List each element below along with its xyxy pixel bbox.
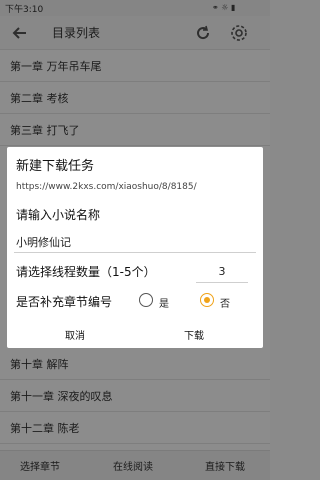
numbering-no-radio[interactable]	[200, 293, 214, 307]
download-button[interactable]: 下载	[184, 327, 204, 342]
numbering-yes-label: 是	[159, 299, 169, 310]
dialog-title: 新建下载任务	[16, 159, 95, 174]
numbering-no-label: 否	[220, 299, 230, 310]
novel-name-input[interactable]	[14, 231, 256, 253]
thread-count-input[interactable]	[196, 261, 248, 283]
novel-name-label: 请输入小说名称	[16, 208, 101, 222]
numbering-yes-radio[interactable]	[139, 293, 153, 307]
new-download-dialog: 新建下载任务 https://www.2kxs.com/xiaoshuo/8/8…	[7, 147, 263, 348]
cancel-button[interactable]: 取消	[65, 327, 85, 342]
thread-count-label: 请选择线程数量（1-5个）	[16, 265, 156, 279]
chapter-numbering-label: 是否补充章节编号	[16, 295, 113, 309]
source-url: https://www.2kxs.com/xiaoshuo/8/8185/	[16, 182, 197, 192]
